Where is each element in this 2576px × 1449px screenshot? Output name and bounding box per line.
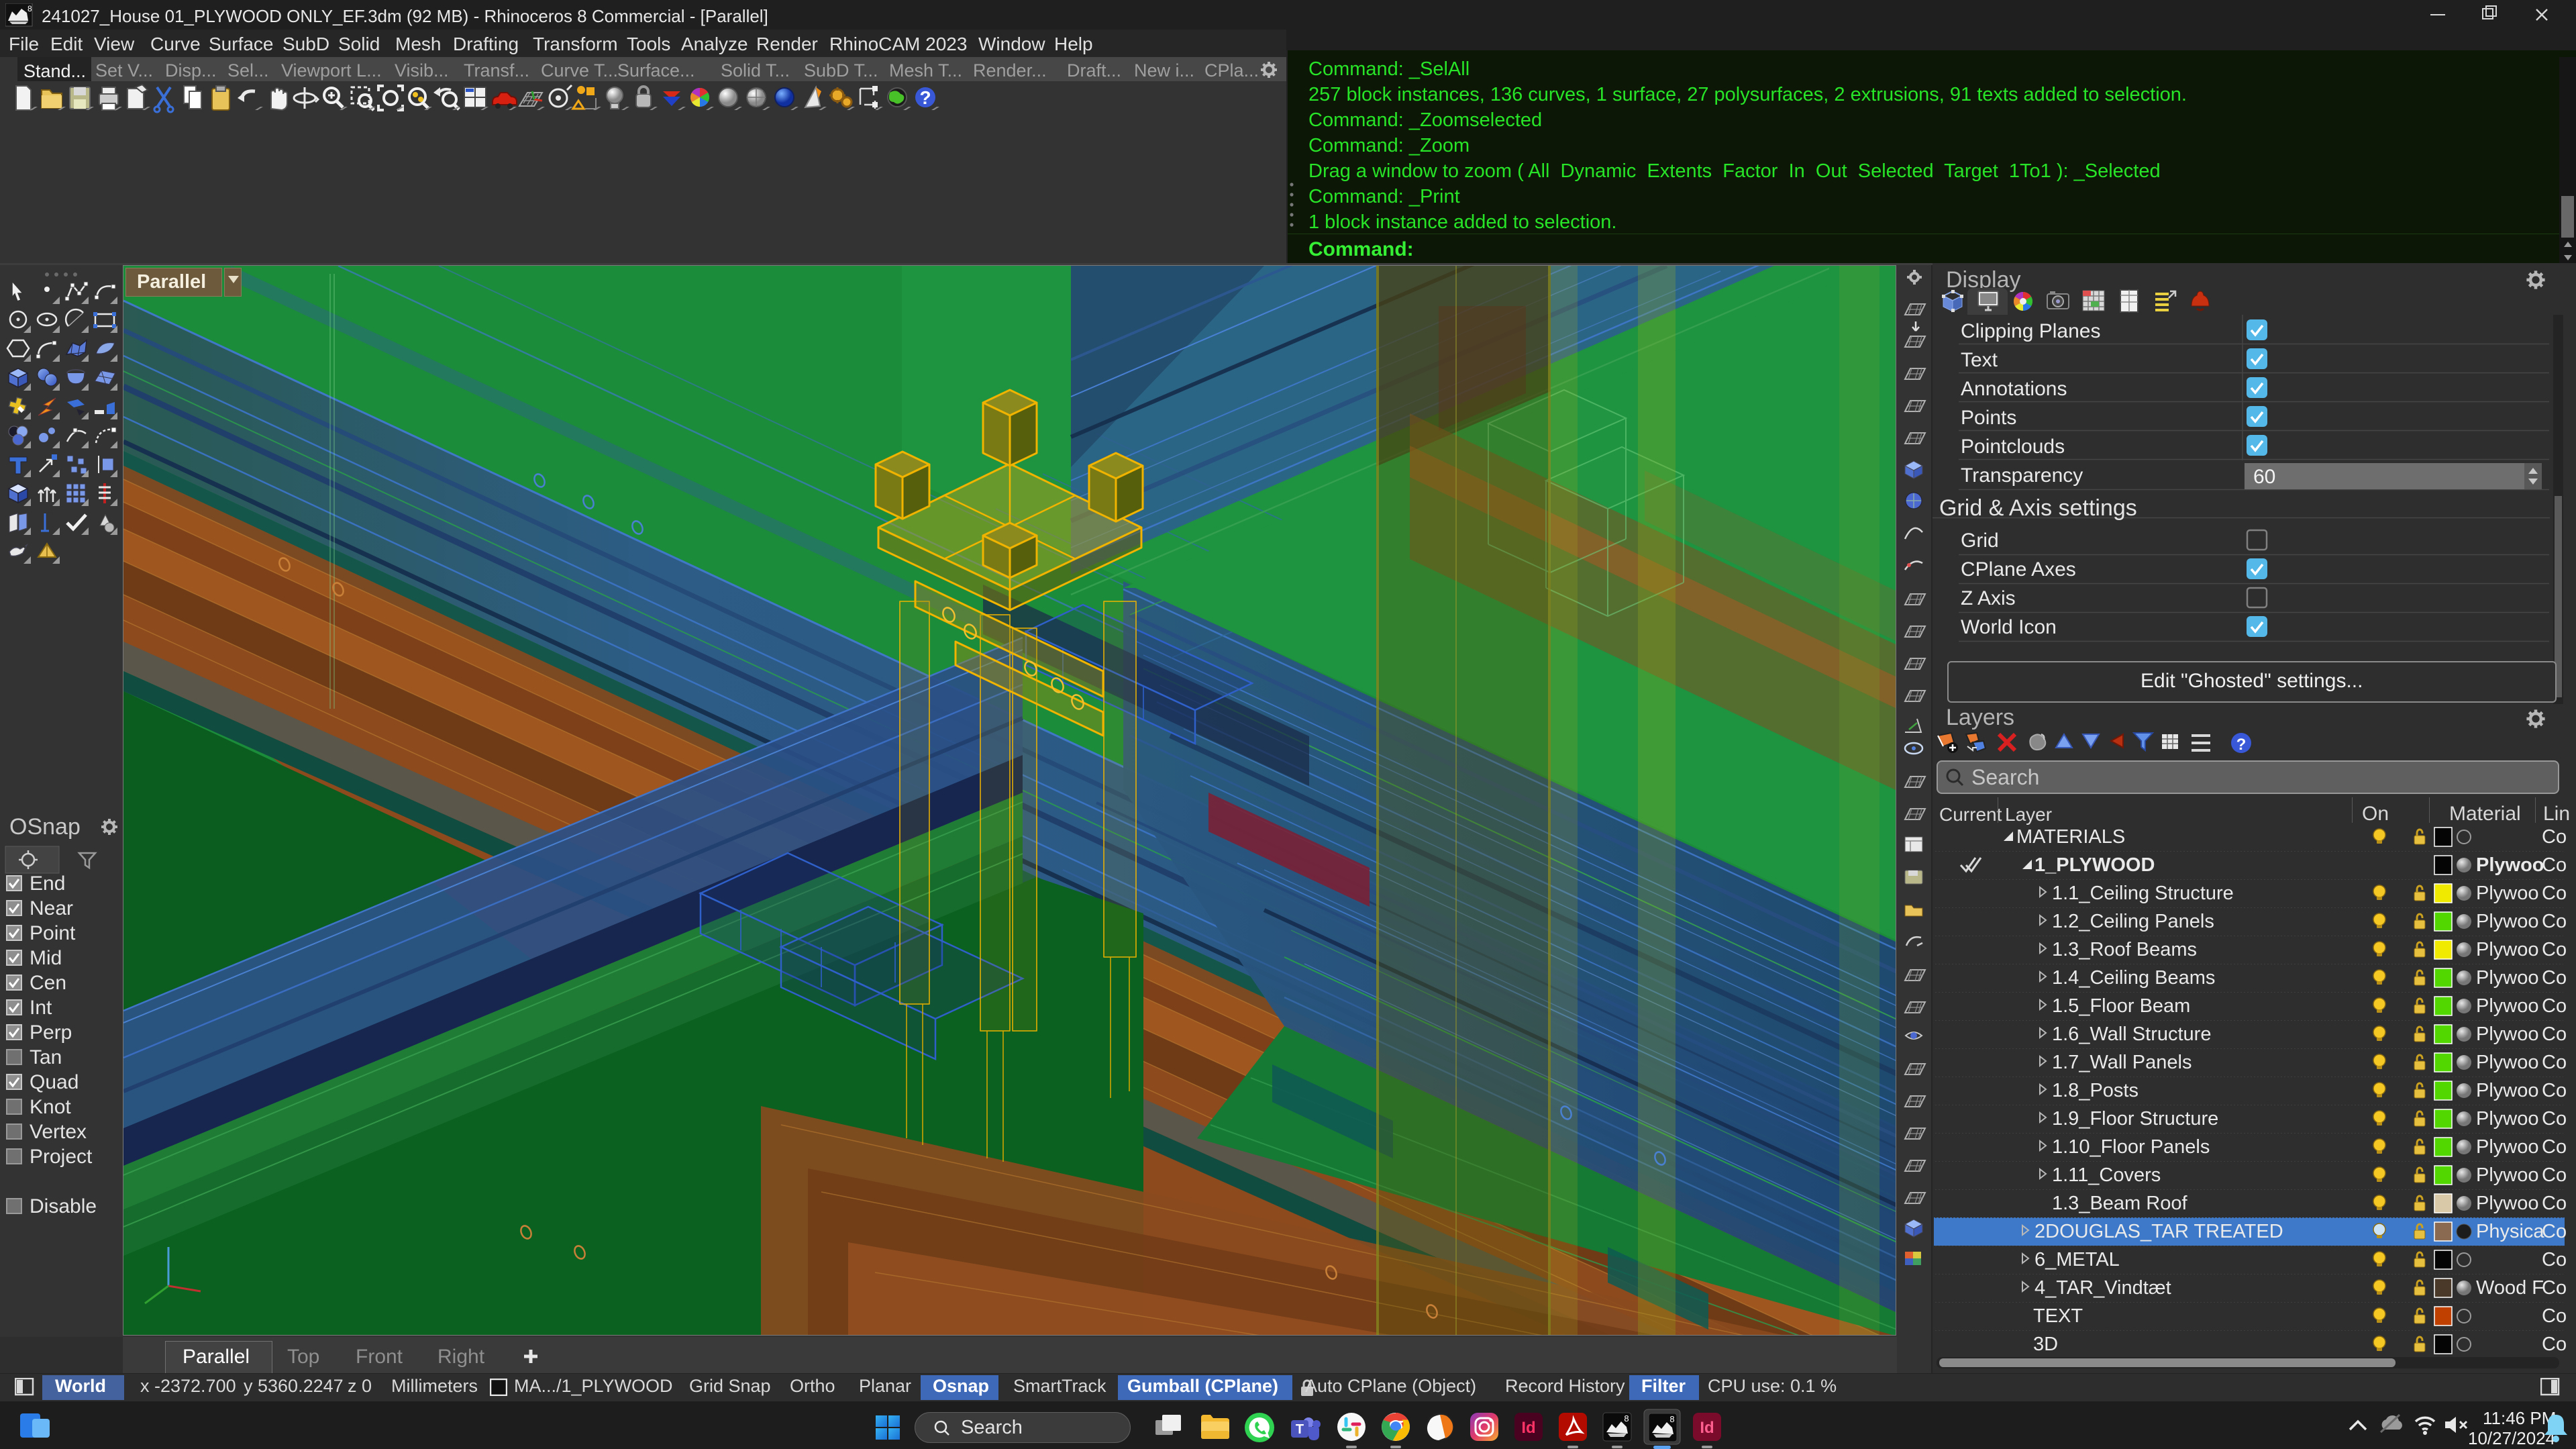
svg-text:Cen: Cen	[30, 972, 66, 994]
svg-text:8: 8	[1624, 1413, 1629, 1423]
svg-text:Knot: Knot	[30, 1096, 71, 1118]
svg-text:8: 8	[28, 4, 32, 13]
svg-text:Project: Project	[30, 1146, 93, 1168]
svg-text:Quad: Quad	[30, 1071, 79, 1093]
svg-text:Mid: Mid	[30, 947, 62, 969]
svg-text:Int: Int	[30, 997, 52, 1019]
svg-text:60: 60	[2253, 466, 2275, 488]
svg-text:Disable: Disable	[30, 1195, 97, 1217]
svg-text:OSnap: OSnap	[9, 814, 81, 840]
svg-text:Near: Near	[30, 897, 73, 919]
svg-text:Point: Point	[30, 922, 76, 944]
svg-text:8: 8	[1669, 1414, 1674, 1424]
svg-text:Id: Id	[1700, 1419, 1714, 1437]
svg-text:Tan: Tan	[30, 1046, 62, 1068]
svg-text:End: End	[30, 872, 65, 895]
svg-text:?: ?	[919, 87, 931, 108]
svg-text:?: ?	[2236, 736, 2247, 754]
svg-text:Id: Id	[1521, 1419, 1535, 1437]
svg-text:T: T	[1296, 1422, 1304, 1437]
svg-text:Perp: Perp	[30, 1021, 72, 1044]
svg-text:Vertex: Vertex	[30, 1121, 87, 1143]
